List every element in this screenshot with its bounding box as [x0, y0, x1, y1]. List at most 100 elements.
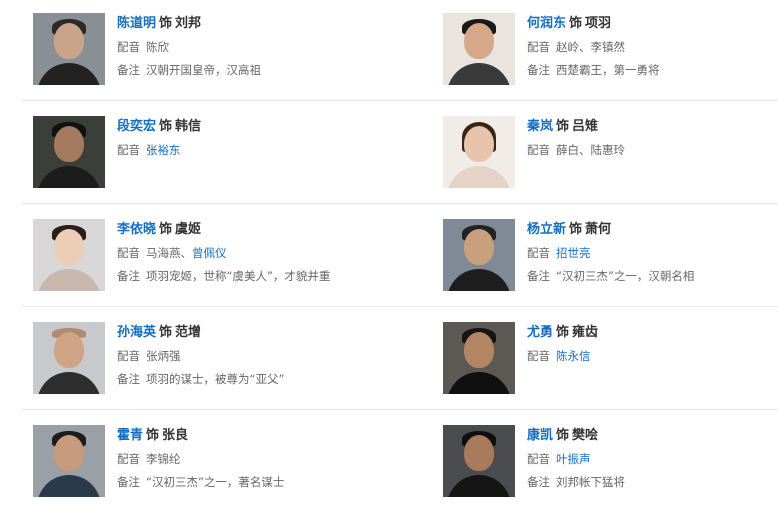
actor-photo[interactable] [443, 116, 515, 188]
actor-name-link[interactable]: 霍青 [117, 428, 143, 443]
row-divider [22, 100, 778, 101]
dub-line: 配音 张炳强 [117, 349, 181, 364]
note-value: “汉初三杰”之一，汉朝名相 [556, 269, 695, 283]
role-name: 范增 [175, 325, 202, 340]
dub-line: 配音 张裕东 [117, 143, 181, 158]
note-label: 备注 [117, 475, 140, 489]
dub-line: 配音 薛白、陆惠玲 [527, 143, 625, 158]
as-label: 饰 [569, 222, 583, 237]
dub-value-link[interactable]: 曾佩仪 [192, 246, 227, 260]
as-label: 饰 [556, 325, 570, 340]
note-label: 备注 [527, 63, 550, 77]
note-value: 汉朝开国皇帝，汉高祖 [146, 63, 261, 77]
dub-label: 配音 [527, 246, 550, 260]
note-line: 备注 项羽宠姬，世称“虞美人”，才貌并重 [117, 269, 330, 284]
note-label: 备注 [527, 475, 550, 489]
dub-value-link[interactable]: 张裕东 [146, 143, 181, 157]
actor-name-link[interactable]: 杨立新 [527, 222, 566, 237]
actor-photo[interactable] [443, 425, 515, 497]
dub-line: 配音 招世亮 [527, 246, 591, 261]
note-value: 西楚霸王，第一勇将 [556, 63, 660, 77]
note-label: 备注 [117, 372, 140, 386]
actor-name-link[interactable]: 陈道明 [117, 16, 156, 31]
role-name: 虞姬 [175, 222, 202, 237]
role-name: 樊哙 [572, 428, 599, 443]
actor-name-link[interactable]: 段奕宏 [117, 119, 156, 134]
dub-line: 配音 陈永信 [527, 349, 591, 364]
row-divider [22, 409, 778, 410]
dub-line: 配音 李锦纶 [117, 452, 181, 467]
actor-name-link[interactable]: 秦岚 [527, 119, 553, 134]
actor-name-link[interactable]: 李依晓 [117, 222, 156, 237]
actor-photo[interactable] [443, 13, 515, 85]
cast-title: 康凯饰樊哙 [527, 427, 598, 445]
cast-card-1: 何润东饰项羽 配音 赵岭、李镇然 备注 西楚霸王，第一勇将 [443, 13, 778, 93]
note-line: 备注 “汉初三杰”之一，著名谋士 [117, 475, 284, 490]
cast-card-3: 秦岚饰吕雉 配音 薛白、陆惠玲 [443, 116, 778, 196]
role-name: 刘邦 [175, 16, 202, 31]
note-line: 备注 刘邦帐下猛将 [527, 475, 625, 490]
as-label: 饰 [159, 119, 173, 134]
cast-list: 陈道明饰刘邦 配音 陈欣 备注 汉朝开国皇帝，汉高祖 何润东饰项羽 配音 赵岭、李镇然… [0, 0, 778, 499]
note-line: 备注 汉朝开国皇帝，汉高祖 [117, 63, 261, 78]
cast-card-7: 尤勇饰雍齿 配音 陈永信 [443, 322, 778, 402]
dub-value-link[interactable]: 招世亮 [556, 246, 591, 260]
note-label: 备注 [527, 269, 550, 283]
cast-card-0: 陈道明饰刘邦 配音 陈欣 备注 汉朝开国皇帝，汉高祖 [33, 13, 373, 93]
note-line: 备注 “汉初三杰”之一，汉朝名相 [527, 269, 694, 284]
as-label: 饰 [556, 119, 570, 134]
actor-name-link[interactable]: 何润东 [527, 16, 566, 31]
actor-photo[interactable] [33, 219, 105, 291]
cast-title: 陈道明饰刘邦 [117, 15, 201, 33]
cast-title: 何润东饰项羽 [527, 15, 611, 33]
dub-value-link[interactable]: 陈永信 [556, 349, 591, 363]
cast-title: 秦岚饰吕雉 [527, 118, 598, 136]
note-value: 刘邦帐下猛将 [556, 475, 625, 489]
dub-value: 薛白、陆惠玲 [556, 143, 625, 157]
dub-label: 配音 [117, 246, 140, 260]
actor-photo[interactable] [33, 13, 105, 85]
actor-name-link[interactable]: 康凯 [527, 428, 553, 443]
cast-title: 孙海英饰范增 [117, 324, 201, 342]
dub-value: 李锦纶 [146, 452, 181, 466]
cast-card-4: 李依晓饰虞姬 配音 马海燕、曾佩仪 备注 项羽宠姬，世称“虞美人”，才貌并重 [33, 219, 373, 299]
cast-title: 李依晓饰虞姬 [117, 221, 201, 239]
as-label: 饰 [159, 325, 173, 340]
dub-value: 张炳强 [146, 349, 181, 363]
note-label: 备注 [117, 269, 140, 283]
dub-label: 配音 [527, 452, 550, 466]
dub-label: 配音 [117, 349, 140, 363]
cast-card-5: 杨立新饰萧何 配音 招世亮 备注 “汉初三杰”之一，汉朝名相 [443, 219, 778, 299]
actor-photo[interactable] [33, 322, 105, 394]
dub-line: 配音 陈欣 [117, 40, 169, 55]
dub-label: 配音 [117, 40, 140, 54]
note-label: 备注 [117, 63, 140, 77]
cast-title: 霍青饰张良 [117, 427, 188, 445]
actor-name-link[interactable]: 尤勇 [527, 325, 553, 340]
dub-value: 陈欣 [146, 40, 169, 54]
role-name: 雍齿 [572, 325, 599, 340]
as-label: 饰 [569, 16, 583, 31]
actor-name-link[interactable]: 孙海英 [117, 325, 156, 340]
role-name: 吕雉 [572, 119, 599, 134]
role-name: 张良 [162, 428, 189, 443]
actor-photo[interactable] [443, 219, 515, 291]
dub-label: 配音 [527, 349, 550, 363]
cast-card-9: 康凯饰樊哙 配音 叶振声 备注 刘邦帐下猛将 [443, 425, 778, 505]
dub-line: 配音 赵岭、李镇然 [527, 40, 625, 55]
note-value: “汉初三杰”之一，著名谋士 [146, 475, 285, 489]
actor-photo[interactable] [443, 322, 515, 394]
role-name: 项羽 [585, 16, 612, 31]
dub-line: 配音 叶振声 [527, 452, 591, 467]
as-label: 饰 [146, 428, 160, 443]
dub-value-link[interactable]: 叶振声 [556, 452, 591, 466]
cast-title: 杨立新饰萧何 [527, 221, 611, 239]
as-label: 饰 [159, 222, 173, 237]
actor-photo[interactable] [33, 425, 105, 497]
actor-photo[interactable] [33, 116, 105, 188]
dub-value: 赵岭、李镇然 [556, 40, 625, 54]
as-label: 饰 [556, 428, 570, 443]
dub-label: 配音 [117, 143, 140, 157]
row-divider [22, 203, 778, 204]
cast-title: 尤勇饰雍齿 [527, 324, 598, 342]
